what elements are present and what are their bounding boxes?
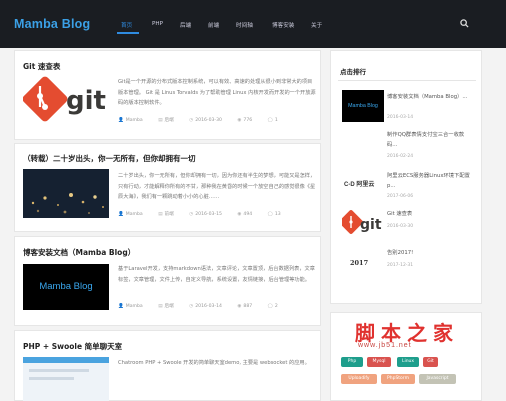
side-item-thumbnail[interactable]: git (342, 206, 384, 238)
git-logo-icon: git (23, 76, 106, 122)
tag[interactable]: Php (341, 357, 363, 367)
tag[interactable]: Linux (397, 357, 419, 367)
nav-php[interactable]: PHP (152, 21, 163, 27)
side-item-date: 2017-06-06 (387, 194, 414, 199)
nav-backend[interactable]: 后端 (180, 21, 191, 29)
sidebar-title: 点击排行 (340, 68, 366, 76)
post-thumbnail[interactable] (23, 357, 109, 401)
side-item-date: 2016-02-24 (387, 154, 414, 159)
tag[interactable]: PhpStorm (381, 374, 415, 384)
side-item-thumbnail[interactable]: C-D 阿里云 (342, 170, 384, 202)
post-thumbnail[interactable]: Mamba Blog (23, 264, 109, 310)
post-thumbnail[interactable]: git (23, 76, 109, 122)
site-logo[interactable]: Mamba Blog (14, 17, 90, 31)
post-title[interactable]: PHP + Swoole 简单聊天室 (23, 341, 122, 352)
nav-about[interactable]: 关于 (311, 21, 322, 29)
post-excerpt: 二十岁出头，你一无所有，但你却拥有一切，因为你还有半生的梦想，可能又是怎样，只有… (118, 173, 316, 200)
post-thumbnail[interactable] (23, 169, 109, 218)
tag[interactable]: Uploadify (341, 374, 377, 384)
search-icon[interactable] (460, 19, 469, 28)
side-item-title[interactable]: 博客安装文档（Mamba Blog）... (387, 93, 471, 103)
thumbnail-text: Mamba Blog (39, 281, 93, 292)
nav-frontend[interactable]: 前端 (208, 21, 219, 29)
post-card: （转载）二十岁出头，你一无所有，但你却拥有一切 二十岁出头，你一无所有，但你却拥… (14, 143, 321, 232)
post-excerpt: Git是一个开源的分布式版本控制系统，可以有效、高速的处理从很小到非常大的项目版… (118, 79, 316, 106)
post-title[interactable]: （转载）二十岁出头，你一无所有，但你却拥有一切 (23, 153, 196, 164)
post-card: Git 速查表 git Git是一个开源的分布式版本控制系统，可以有效、高速的处… (14, 50, 321, 140)
tag[interactable]: Javascript (419, 374, 456, 384)
side-item-thumbnail[interactable]: Mamba Blog (342, 90, 384, 122)
side-item-title[interactable]: 告别2017! (387, 249, 471, 259)
tag[interactable]: Git (423, 357, 438, 367)
git-logo-icon: git (342, 210, 382, 234)
post-card: PHP + Swoole 简单聊天室 Chatroom PHP + Swoole… (14, 330, 321, 401)
nav-timeline[interactable]: 时间轴 (236, 21, 253, 29)
post-meta: 👤 Mamba ▤ 前端 ◷ 2016-03-15 ◉ 494 ◯ 13 (118, 212, 281, 217)
post-meta: 👤 Mamba ▤ 后端 ◷ 2016-03-14 ◉ 887 ◯ 2 (118, 304, 278, 309)
post-excerpt: 基于Laravel开发，支持markdown语法，文章评论，文章置顶，后台数据列… (118, 266, 315, 283)
nav-home[interactable]: 首页 (121, 21, 132, 29)
top-navbar: Mamba Blog 首页 PHP 后端 前端 时间轴 博客安装 关于 (0, 0, 506, 48)
nav-install[interactable]: 博客安装 (272, 21, 294, 29)
post-title[interactable]: Git 速查表 (23, 61, 60, 72)
side-item-title[interactable]: Git 速查表 (387, 210, 471, 220)
svg-text:git: git (360, 217, 382, 233)
post-excerpt: Chatroom PHP + Swoole 开发的简单聊天室demo, 主要是 … (118, 360, 310, 366)
side-item-title[interactable]: 阿里云ECS服务器Linux环境下配置p... (387, 172, 471, 191)
post-meta: 👤 Mamba ▤ 后端 ◷ 2016-03-30 ◉ 776 ◯ 1 (118, 118, 278, 123)
side-item-thumbnail[interactable]: 2017 (342, 245, 384, 277)
side-item-date: 2016-03-30 (387, 224, 414, 229)
post-title[interactable]: 博客安装文档（Mamba Blog） (23, 247, 135, 258)
nav-active-indicator (117, 32, 139, 34)
night-lights-image (23, 169, 109, 218)
side-item-date: 2016-03-14 (387, 115, 414, 120)
post-card: 博客安装文档（Mamba Blog） Mamba Blog 基于Laravel开… (14, 236, 321, 326)
svg-text:git: git (66, 86, 106, 116)
divider (338, 80, 476, 81)
watermark-url: www.jb51.net (358, 342, 412, 349)
side-item-title[interactable]: 制作QQ群表情支付宝三合一收款码... (387, 131, 471, 150)
tag[interactable]: Mysql (367, 357, 391, 367)
side-item-date: 2017-12-31 (387, 263, 414, 268)
